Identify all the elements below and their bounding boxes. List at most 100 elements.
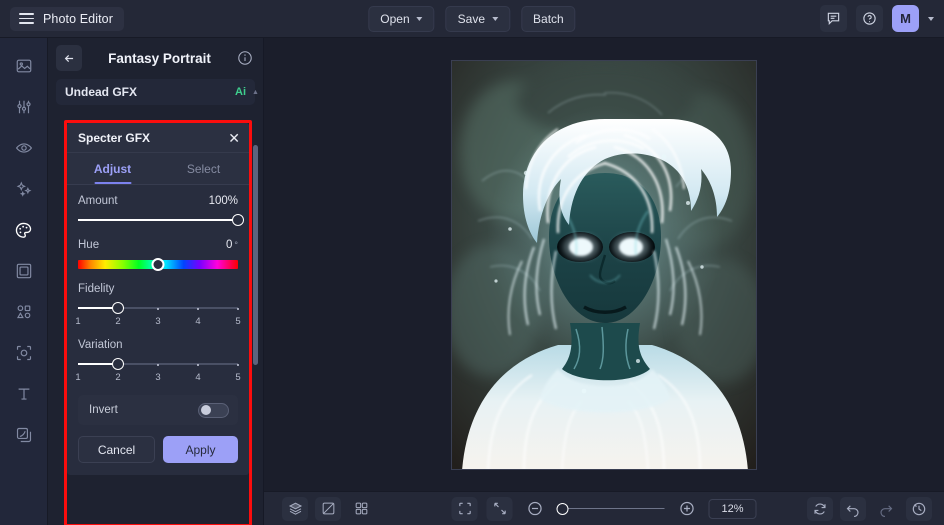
dialog-body: Amount 100% Hue 0 ° Fidelity 1 2 3 4 5 V… bbox=[67, 185, 249, 475]
dialog-title: Specter GFX bbox=[78, 130, 151, 145]
history-icon[interactable] bbox=[906, 496, 932, 521]
cancel-button[interactable]: Cancel bbox=[78, 436, 155, 463]
hue-label: Hue bbox=[78, 239, 100, 251]
invert-row[interactable]: Invert bbox=[78, 395, 238, 425]
tab-adjust-label: Adjust bbox=[93, 161, 132, 176]
save-label: Save bbox=[457, 11, 486, 26]
effects-palette-icon[interactable] bbox=[9, 216, 39, 244]
zoom-level[interactable]: 12% bbox=[708, 498, 757, 519]
preset-item-undead-gfx[interactable]: Undead GFX Ai bbox=[56, 79, 255, 105]
chevron-down-icon bbox=[492, 16, 499, 21]
invert-toggle-knob bbox=[201, 405, 211, 415]
hue-value: 0 ° bbox=[226, 239, 238, 251]
undo-icon[interactable] bbox=[840, 496, 866, 521]
tick-label: 1 bbox=[75, 372, 81, 383]
hue-slider-handle[interactable] bbox=[151, 257, 165, 271]
invert-toggle[interactable] bbox=[198, 402, 229, 418]
help-icon[interactable] bbox=[856, 5, 883, 32]
frame-icon[interactable] bbox=[9, 257, 39, 285]
zoom-in-icon[interactable] bbox=[674, 497, 700, 521]
tab-adjust[interactable]: Adjust bbox=[67, 153, 158, 184]
layers-stack-icon[interactable] bbox=[282, 496, 308, 521]
bottom-bar: 12% bbox=[264, 491, 944, 525]
tick-dot bbox=[157, 308, 159, 310]
save-button[interactable]: Save bbox=[445, 5, 511, 32]
comment-icon[interactable] bbox=[820, 5, 847, 32]
open-button[interactable]: Open bbox=[368, 5, 435, 32]
tick-dot bbox=[197, 364, 199, 366]
redo-icon[interactable] bbox=[873, 497, 899, 521]
batch-button[interactable]: Batch bbox=[521, 5, 576, 32]
close-icon[interactable]: ✕ bbox=[228, 131, 240, 145]
cancel-label: Cancel bbox=[97, 442, 136, 457]
spectral-ghost-portrait bbox=[452, 60, 756, 469]
tick-label: 5 bbox=[235, 372, 241, 383]
top-right-actions: M bbox=[820, 5, 934, 32]
tick-label: 5 bbox=[235, 316, 241, 327]
bottom-left-tools bbox=[282, 496, 374, 521]
tick-label: 4 bbox=[195, 372, 201, 383]
panel-header: Fantasy Portrait bbox=[48, 38, 263, 78]
fidelity-slider-handle[interactable] bbox=[112, 302, 124, 314]
specter-gfx-dialog: Specter GFX ✕ Adjust Select Amount 100% bbox=[67, 123, 249, 475]
focus-crop-icon[interactable] bbox=[9, 339, 39, 367]
shapes-icon[interactable] bbox=[9, 298, 39, 326]
open-label: Open bbox=[380, 11, 410, 26]
control-amount: Amount 100% bbox=[78, 195, 244, 226]
info-icon[interactable] bbox=[237, 50, 253, 66]
invert-label: Invert bbox=[89, 404, 118, 416]
variation-header: Variation bbox=[78, 339, 238, 351]
zoom-out-icon[interactable] bbox=[522, 497, 548, 521]
dialog-header: Specter GFX ✕ bbox=[67, 123, 249, 153]
hamburger-icon bbox=[19, 13, 34, 24]
canvas-area[interactable] bbox=[264, 38, 944, 491]
artboard[interactable] bbox=[451, 59, 757, 470]
dialog-actions: Cancel Apply bbox=[78, 436, 238, 475]
compare-split-icon[interactable] bbox=[315, 496, 341, 521]
tab-select[interactable]: Select bbox=[158, 153, 249, 184]
batch-label: Batch bbox=[533, 11, 564, 26]
fidelity-label: Fidelity bbox=[78, 283, 115, 295]
top-actions: Open Save Batch bbox=[368, 5, 576, 32]
tab-select-label: Select bbox=[186, 161, 221, 176]
fidelity-ticks: 1 2 3 4 5 bbox=[75, 308, 241, 327]
tick-label: 4 bbox=[195, 316, 201, 327]
account-chevron-down-icon[interactable] bbox=[928, 16, 934, 21]
page-title: Fantasy Portrait bbox=[108, 50, 211, 66]
tick-label: 3 bbox=[155, 316, 161, 327]
panel-scrollbar[interactable] bbox=[253, 145, 258, 365]
adjust-sliders-icon[interactable] bbox=[9, 93, 39, 121]
amount-slider-handle[interactable] bbox=[232, 214, 244, 226]
amount-fill bbox=[78, 219, 238, 221]
image-icon[interactable] bbox=[9, 52, 39, 80]
amount-label: Amount bbox=[78, 195, 118, 207]
fit-screen-icon[interactable] bbox=[451, 496, 478, 521]
amount-slider[interactable] bbox=[78, 214, 244, 226]
text-icon[interactable] bbox=[9, 380, 39, 408]
ai-sparkles-icon[interactable] bbox=[9, 175, 39, 203]
tick-dot bbox=[157, 364, 159, 366]
tick-label: 3 bbox=[155, 372, 161, 383]
avatar-initial: M bbox=[900, 11, 911, 26]
arrow-left-icon[interactable] bbox=[56, 45, 82, 71]
grid-view-icon[interactable] bbox=[348, 497, 374, 521]
zoom-slider[interactable] bbox=[556, 502, 665, 515]
scroll-up-arrow-icon[interactable]: ▲ bbox=[252, 89, 259, 96]
tick-dot bbox=[197, 308, 199, 310]
retouch-eye-icon[interactable] bbox=[9, 134, 39, 162]
zoom-controls: 12% bbox=[451, 496, 757, 521]
control-fidelity: Fidelity 1 2 3 4 5 bbox=[75, 283, 241, 327]
tick-dot bbox=[237, 364, 239, 366]
apply-button[interactable]: Apply bbox=[163, 436, 238, 463]
actual-size-icon[interactable] bbox=[486, 496, 513, 521]
zoom-slider-handle[interactable] bbox=[556, 502, 569, 515]
variation-slider-handle[interactable] bbox=[112, 358, 124, 370]
reset-rotate-icon[interactable] bbox=[807, 496, 833, 521]
hue-slider[interactable] bbox=[78, 257, 238, 271]
chevron-down-icon bbox=[416, 16, 423, 21]
preset-label: Undead GFX bbox=[65, 85, 138, 99]
app-menu-button[interactable]: Photo Editor bbox=[10, 6, 124, 31]
avatar[interactable]: M bbox=[892, 5, 919, 32]
layers-overlay-icon[interactable] bbox=[9, 421, 39, 449]
dialog-tabs: Adjust Select bbox=[67, 153, 249, 185]
